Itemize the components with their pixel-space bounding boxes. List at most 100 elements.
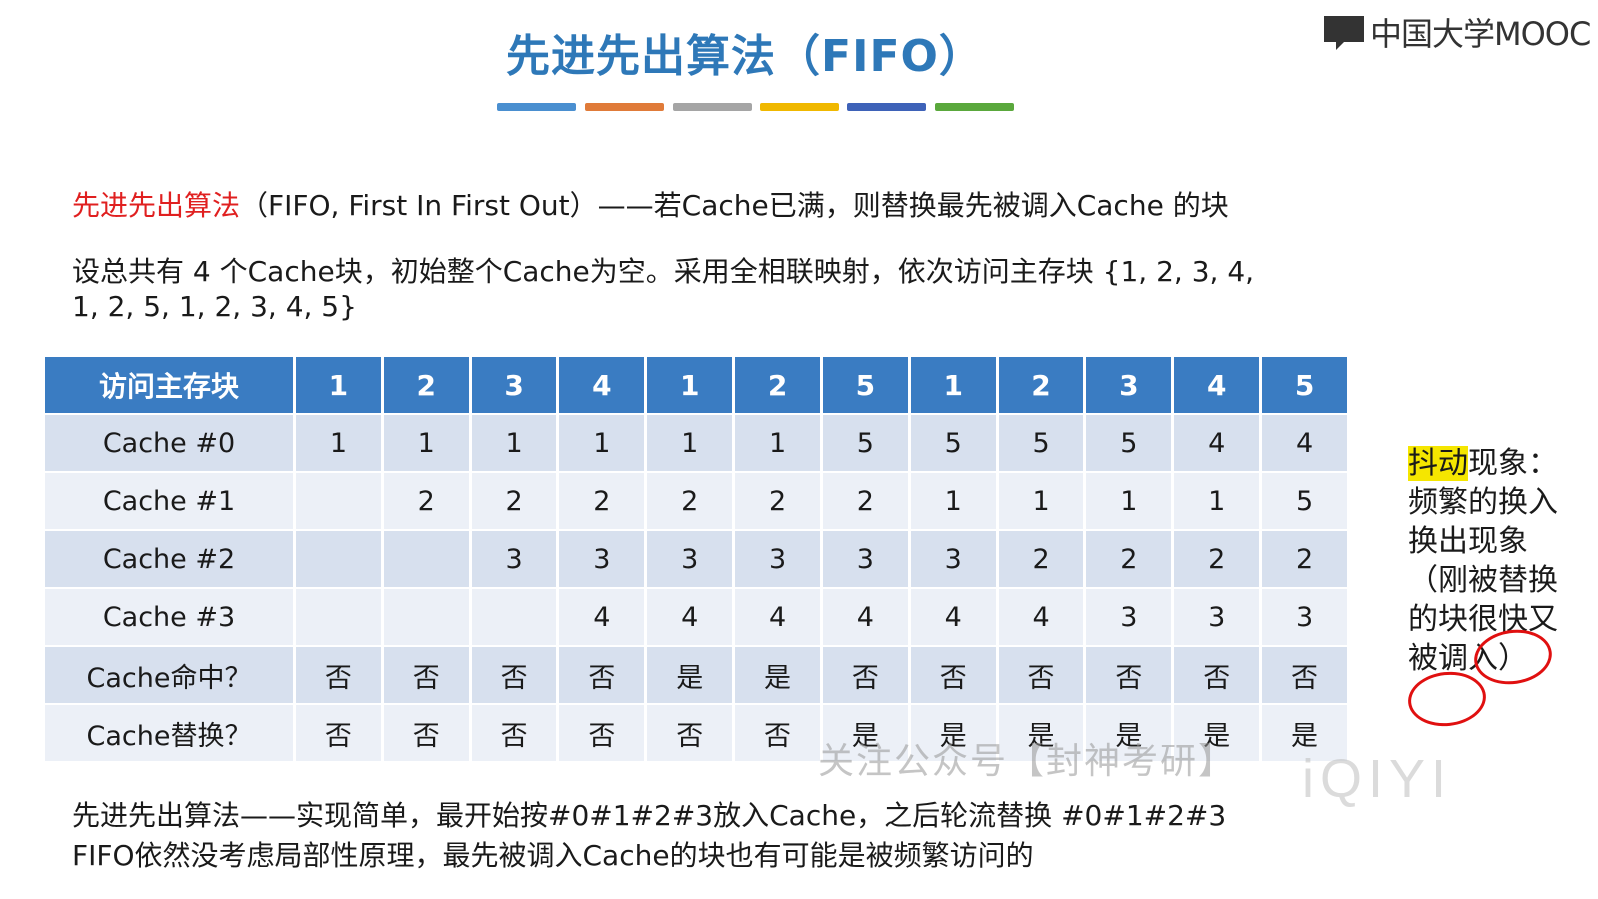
fifo-table: 访问主存块 123412512345 Cache #0 1 1 1 1 1 1 5 5 5 5 4 4 C… bbox=[42, 355, 1350, 763]
table-cell: 3 bbox=[647, 531, 733, 587]
table-cell: 2 bbox=[647, 473, 733, 529]
table-cell: 4 bbox=[998, 589, 1084, 645]
table-cell bbox=[296, 473, 381, 529]
table-cell: 3 bbox=[1086, 589, 1172, 645]
table-cell: 否 bbox=[735, 705, 820, 761]
table-cell: 2 bbox=[559, 473, 645, 529]
table-cell: 否 bbox=[1262, 647, 1347, 703]
access-header-cell: 5 bbox=[1262, 357, 1347, 413]
table-cell: 否 bbox=[471, 647, 557, 703]
table-cell: 否 bbox=[471, 705, 557, 761]
table-cell: 1 bbox=[471, 415, 557, 471]
table-cell: 3 bbox=[1262, 589, 1347, 645]
table-row: Cache #1 2 2 2 2 2 2 1 1 1 1 5 bbox=[45, 473, 1347, 529]
summary-line-1: 先进先出算法——实现简单，最开始按#0#1#2#3放入Cache，之后轮流替换 … bbox=[72, 799, 1227, 832]
algo-definition: （FIFO, First In First Out）——若Cache已满，则替换… bbox=[240, 189, 1229, 222]
table-cell: 2 bbox=[998, 531, 1084, 587]
problem-line-2: 1, 2, 5, 1, 2, 3, 4, 5} bbox=[72, 290, 357, 323]
table-cell bbox=[383, 531, 469, 587]
table-cell: 否 bbox=[559, 705, 645, 761]
table-cell: 1 bbox=[559, 415, 645, 471]
table-cell: 否 bbox=[383, 647, 469, 703]
table-cell: 4 bbox=[1262, 415, 1347, 471]
access-header-cell: 3 bbox=[471, 357, 557, 413]
table-cell: 5 bbox=[1086, 415, 1172, 471]
table-cell: 2 bbox=[1174, 531, 1260, 587]
access-header-cell: 5 bbox=[822, 357, 908, 413]
algo-name: 先进先出算法 bbox=[72, 189, 241, 222]
table-cell: 2 bbox=[822, 473, 908, 529]
table-cell: 4 bbox=[910, 589, 996, 645]
table-cell: 否 bbox=[296, 647, 381, 703]
table-cell: 1 bbox=[383, 415, 469, 471]
table-cell: 3 bbox=[910, 531, 996, 587]
table-row: Cache #2 3 3 3 3 3 3 2 2 2 2 bbox=[45, 531, 1347, 587]
access-header-cell: 2 bbox=[998, 357, 1084, 413]
table-cell: 3 bbox=[822, 531, 908, 587]
access-header-cell: 2 bbox=[735, 357, 820, 413]
table-cell: 4 bbox=[559, 589, 645, 645]
table-cell: 4 bbox=[822, 589, 908, 645]
table-cell: 5 bbox=[910, 415, 996, 471]
access-header-cell: 1 bbox=[296, 357, 381, 413]
table-cell bbox=[471, 589, 557, 645]
problem-line-1: 设总共有 4 个Cache块，初始整个Cache为空。采用全相联映射，依次访问主… bbox=[72, 255, 1255, 288]
title-color-bar bbox=[497, 103, 576, 111]
table-cell: 1 bbox=[296, 415, 381, 471]
table-cell: 4 bbox=[735, 589, 820, 645]
table-cell: 1 bbox=[998, 473, 1084, 529]
table-cell bbox=[296, 589, 381, 645]
table-cell: 5 bbox=[998, 415, 1084, 471]
table-cell: 否 bbox=[822, 647, 908, 703]
watermark-text: 关注公众号【封神考研】 bbox=[818, 741, 1237, 782]
table-cell: 3 bbox=[735, 531, 820, 587]
row-label: Cache #0 bbox=[45, 415, 293, 471]
table-row: Cache #3 4 4 4 4 4 4 3 3 3 bbox=[45, 589, 1347, 645]
row-label: Cache #2 bbox=[45, 531, 293, 587]
access-header-cell: 2 bbox=[383, 357, 469, 413]
table-cell: 否 bbox=[647, 705, 733, 761]
table-row: Cache命中？否否否否是是否否否否否否 bbox=[45, 647, 1347, 703]
intro-line: 先进先出算法（FIFO, First In First Out）——若Cache… bbox=[72, 184, 1229, 224]
table-cell bbox=[383, 589, 469, 645]
side-note-highlight: 抖动 bbox=[1408, 446, 1468, 481]
table-cell: 否 bbox=[910, 647, 996, 703]
table-cell: 3 bbox=[471, 531, 557, 587]
table-cell bbox=[296, 531, 381, 587]
table-cell: 5 bbox=[1262, 473, 1347, 529]
table-cell: 5 bbox=[822, 415, 908, 471]
table-cell: 2 bbox=[1262, 531, 1347, 587]
table-cell: 否 bbox=[559, 647, 645, 703]
title-color-bar bbox=[847, 103, 926, 111]
row-label: Cache命中？ bbox=[45, 647, 293, 703]
table-row: Cache #0 1 1 1 1 1 1 5 5 5 5 4 4 bbox=[45, 415, 1347, 471]
access-header-cell: 4 bbox=[1174, 357, 1260, 413]
table-cell: 2 bbox=[1086, 531, 1172, 587]
table-cell: 3 bbox=[1174, 589, 1260, 645]
table-cell: 是 bbox=[735, 647, 820, 703]
table-cell: 1 bbox=[735, 415, 820, 471]
table-cell: 2 bbox=[735, 473, 820, 529]
access-header-cell: 3 bbox=[1086, 357, 1172, 413]
table-cell: 1 bbox=[1174, 473, 1260, 529]
access-header-cell: 4 bbox=[559, 357, 645, 413]
title-color-bar bbox=[760, 103, 839, 111]
table-cell: 1 bbox=[910, 473, 996, 529]
header-label: 访问主存块 bbox=[45, 357, 293, 413]
table-cell: 4 bbox=[1174, 415, 1260, 471]
table-cell: 否 bbox=[1086, 647, 1172, 703]
access-header-cell: 1 bbox=[647, 357, 733, 413]
table-cell: 2 bbox=[471, 473, 557, 529]
table-body: Cache #0 1 1 1 1 1 1 5 5 5 5 4 4 Cache #1 2 2 2 2 2 2 1 1 1 1 5 C… bbox=[45, 415, 1347, 761]
title-color-bar bbox=[585, 103, 664, 111]
title-color-bar bbox=[673, 103, 752, 111]
row-label: Cache替换？ bbox=[45, 705, 293, 761]
table-cell: 1 bbox=[1086, 473, 1172, 529]
table-cell: 否 bbox=[998, 647, 1084, 703]
title-color-bar bbox=[935, 103, 1014, 111]
watermark-brand: iQIYI bbox=[1302, 749, 1453, 809]
table-cell: 是 bbox=[647, 647, 733, 703]
access-header-cell: 1 bbox=[910, 357, 996, 413]
table-cell: 3 bbox=[559, 531, 645, 587]
table-header-row: 访问主存块 123412512345 bbox=[45, 357, 1347, 413]
